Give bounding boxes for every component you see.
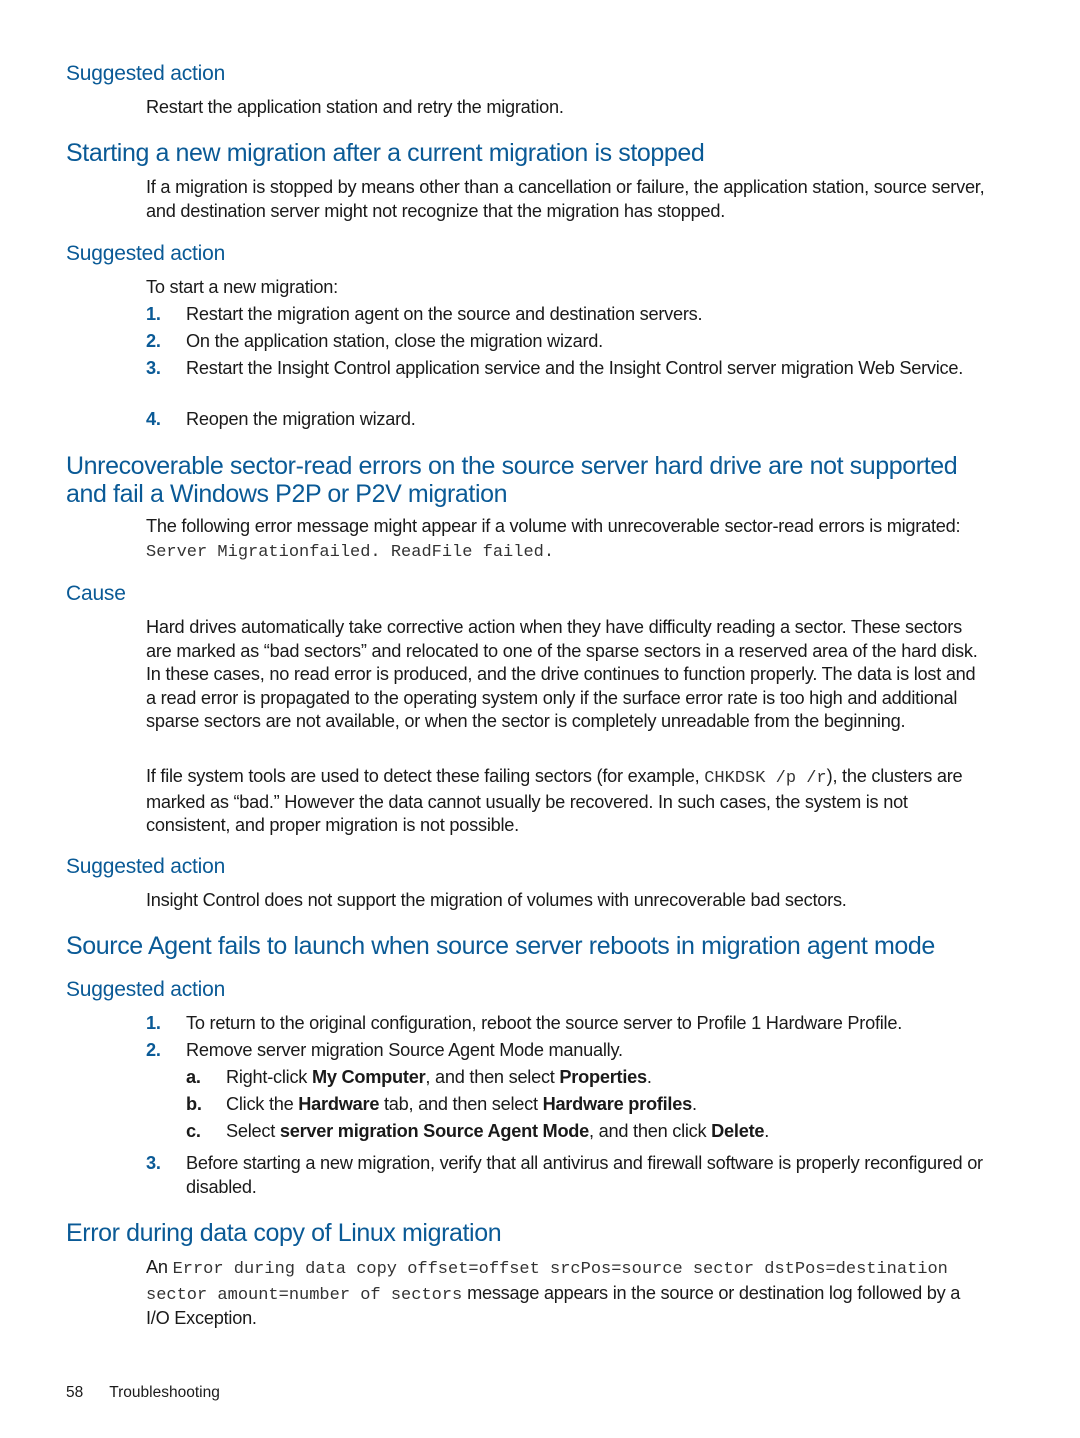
- subheading-suggested-action: Suggested action: [66, 242, 226, 265]
- list-number: 4.: [146, 409, 161, 429]
- list-number: 1.: [146, 304, 161, 324]
- ui-term: My Computer: [311, 1067, 426, 1087]
- section-heading: Unrecoverable sector-read errors on the …: [66, 452, 958, 508]
- list-number: 2.: [146, 1040, 161, 1060]
- paragraph: If a migration is stopped by means other…: [146, 177, 985, 221]
- paragraph: Restart the application station and retr…: [146, 97, 564, 117]
- list-item: 3. Restart the Insight Control applicati…: [146, 357, 986, 381]
- subheading-suggested-action: Suggested action: [66, 62, 226, 85]
- list-text: Reopen the migration wizard.: [186, 409, 416, 429]
- code-text: Server Migrationfailed. ReadFile failed.: [146, 542, 555, 562]
- ui-term: Properties: [559, 1067, 647, 1087]
- paragraph-text: The following error message might appear…: [146, 516, 961, 536]
- text-run: .: [646, 1067, 652, 1087]
- paragraph-text: If file system tools are used to detect …: [146, 766, 705, 786]
- text-run: , and then select: [425, 1067, 560, 1087]
- text-run: Click the: [226, 1094, 299, 1114]
- sub-list-letter: c.: [186, 1121, 201, 1141]
- section-heading: Error during data copy of Linux migratio…: [66, 1219, 502, 1247]
- code-text: CHKDSK /p /r: [704, 769, 827, 788]
- sub-list-text: Right-click My Computer, and then select…: [226, 1066, 986, 1090]
- list-text: On the application station, close the mi…: [186, 331, 603, 351]
- subheading-suggested-action: Suggested action: [66, 978, 226, 1001]
- list-item: 2. Remove server migration Source Agent …: [146, 1039, 986, 1063]
- paragraph: If file system tools are used to detect …: [146, 765, 986, 838]
- list-number: 3.: [146, 358, 161, 378]
- sub-list-text: Select server migration Source Agent Mod…: [226, 1120, 986, 1144]
- list-number: 1.: [146, 1013, 161, 1033]
- list-text: Restart the Insight Control application …: [186, 358, 964, 378]
- sub-list-letter: a.: [186, 1067, 201, 1087]
- paragraph: Insight Control does not support the mig…: [146, 890, 847, 910]
- list-item: 3. Before starting a new migration, veri…: [146, 1152, 986, 1199]
- page-footer: 58 Troubleshooting: [66, 1384, 220, 1402]
- paragraph: To start a new migration:: [146, 277, 338, 297]
- paragraph: The following error message might appear…: [146, 515, 986, 564]
- list-text: Restart the migration agent on the sourc…: [186, 304, 703, 324]
- paragraph: Hard drives automatically take correctiv…: [146, 617, 978, 731]
- footer-section-title: Troubleshooting: [109, 1384, 220, 1401]
- text-run: Right-click: [226, 1067, 312, 1087]
- list-text: To return to the original configuration,…: [186, 1013, 903, 1033]
- section-heading: Source Agent fails to launch when source…: [66, 932, 935, 960]
- list-item: 2. On the application station, close the…: [146, 330, 986, 354]
- sub-list-item: b. Click the Hardware tab, and then sele…: [186, 1093, 986, 1117]
- ui-term: Hardware: [298, 1094, 380, 1114]
- list-item: 4. Reopen the migration wizard.: [146, 408, 986, 432]
- document-page: Suggested action Restart the application…: [0, 0, 1080, 1438]
- text-run: , and then click: [589, 1121, 712, 1141]
- sub-list-letter: b.: [186, 1094, 202, 1114]
- ui-term: Hardware profiles: [542, 1094, 693, 1114]
- list-text: Before starting a new migration, verify …: [186, 1153, 983, 1197]
- sub-list-item: a. Right-click My Computer, and then sel…: [186, 1066, 986, 1090]
- subheading-cause: Cause: [66, 582, 126, 605]
- ui-term: server migration Source Agent Mode: [279, 1121, 590, 1141]
- subheading-suggested-action: Suggested action: [66, 855, 226, 878]
- sub-list-text: Click the Hardware tab, and then select …: [226, 1093, 986, 1117]
- list-item: 1. Restart the migration agent on the so…: [146, 303, 986, 327]
- ui-term: Delete: [711, 1121, 765, 1141]
- text-run: .: [764, 1121, 770, 1141]
- text-run: Select: [226, 1121, 280, 1141]
- list-text: Remove server migration Source Agent Mod…: [186, 1040, 623, 1060]
- paragraph: An Error during data copy offset=offset …: [146, 1256, 986, 1331]
- section-heading: Starting a new migration after a current…: [66, 139, 705, 167]
- page-number: 58: [66, 1384, 84, 1401]
- list-item: 1. To return to the original configurati…: [146, 1012, 986, 1036]
- text-run: .: [691, 1094, 697, 1114]
- paragraph-text: An: [146, 1257, 173, 1277]
- list-number: 3.: [146, 1153, 161, 1173]
- sub-list-item: c. Select server migration Source Agent …: [186, 1120, 986, 1144]
- list-number: 2.: [146, 331, 161, 351]
- text-run: tab, and then select: [379, 1094, 543, 1114]
